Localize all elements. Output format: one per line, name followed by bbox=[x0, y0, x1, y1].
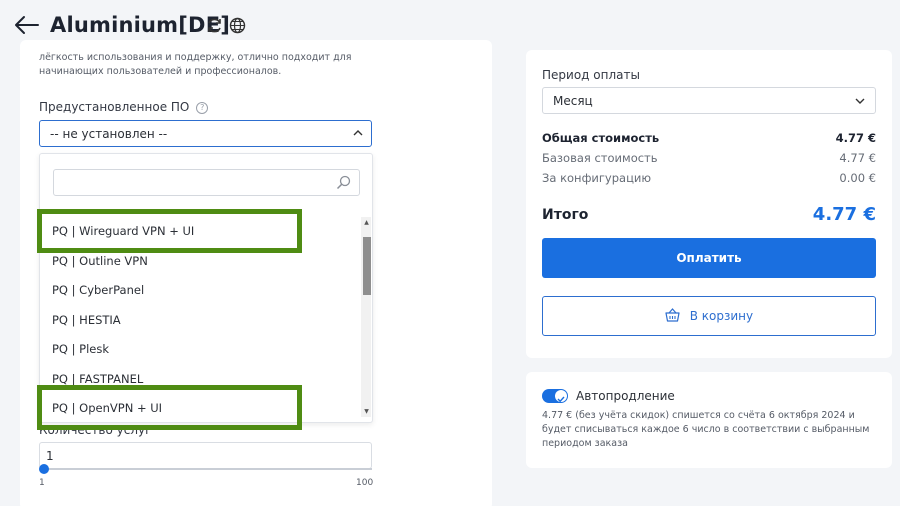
total-label: Итого bbox=[542, 207, 589, 223]
refresh-icon[interactable] bbox=[206, 17, 223, 34]
page-title: Aluminium[DE] bbox=[50, 13, 231, 37]
period-select[interactable]: Месяц bbox=[542, 87, 876, 114]
preinstalled-select[interactable]: -- не установлен -- bbox=[39, 120, 372, 147]
price-row-label: Базовая стоимость bbox=[542, 151, 658, 165]
price-row-label: Общая стоимость bbox=[542, 131, 660, 145]
price-row-base-cost: Базовая стоимость 4.77 € bbox=[542, 151, 876, 165]
highlight-box bbox=[37, 385, 302, 430]
slider-min-label: 1 bbox=[39, 478, 45, 488]
total-value: 4.77 € bbox=[812, 204, 876, 225]
dropdown-scrollbar[interactable]: ▲ ▼ bbox=[361, 217, 371, 417]
autorenew-card: Автопродление 4.77 € (без учёта скидок) … bbox=[526, 372, 892, 468]
help-icon[interactable]: ? bbox=[196, 102, 209, 114]
autorenew-toggle[interactable] bbox=[542, 389, 568, 403]
dropdown-option[interactable]: PQ | CyberPanel bbox=[40, 276, 360, 306]
scroll-down-arrow-icon[interactable]: ▼ bbox=[363, 408, 370, 415]
dropdown-option[interactable]: PQ | Plesk bbox=[40, 335, 360, 365]
autorenew-label: Автопродление bbox=[576, 389, 675, 403]
dropdown-search-input[interactable] bbox=[53, 169, 360, 196]
dropdown-option[interactable]: PQ | HESTIA bbox=[40, 306, 360, 336]
price-row-total-cost: Общая стоимость 4.77 € bbox=[542, 131, 876, 145]
order-summary-card: Период оплаты Месяц Общая стоимость 4.77… bbox=[526, 50, 892, 358]
add-to-cart-button[interactable]: В корзину bbox=[542, 296, 876, 336]
preinstalled-label-text: Предустановленное ПО bbox=[39, 100, 190, 114]
quantity-slider-track[interactable] bbox=[43, 468, 372, 470]
scrollbar-thumb[interactable] bbox=[363, 237, 371, 295]
add-to-cart-label: В корзину bbox=[689, 309, 754, 323]
preinstalled-selected-value: -- не установлен -- bbox=[50, 127, 168, 141]
basket-icon bbox=[665, 308, 680, 322]
period-label: Период оплаты bbox=[542, 68, 640, 82]
os-description: лёгкость использования и поддержку, отли… bbox=[39, 52, 352, 77]
pay-button[interactable]: Оплатить bbox=[542, 238, 876, 278]
price-row-label: За конфигурацию bbox=[542, 171, 652, 185]
quantity-slider-thumb[interactable] bbox=[39, 464, 49, 474]
check-icon bbox=[557, 396, 565, 403]
search-icon bbox=[336, 175, 351, 190]
price-row-value: 4.77 € bbox=[839, 151, 876, 165]
quantity-input[interactable]: 1 bbox=[39, 442, 372, 469]
toggle-knob bbox=[555, 390, 567, 403]
highlight-box bbox=[37, 209, 302, 253]
arrow-left-icon[interactable] bbox=[14, 14, 40, 36]
scroll-up-arrow-icon[interactable]: ▲ bbox=[363, 219, 370, 226]
period-selected-value: Месяц bbox=[553, 94, 593, 108]
autorenew-description: 4.77 € (без учёта скидок) спишется со сч… bbox=[542, 410, 870, 449]
price-row-value: 0.00 € bbox=[839, 171, 876, 185]
chevron-up-icon bbox=[353, 130, 363, 136]
price-row-config-cost: За конфигурацию 0.00 € bbox=[542, 171, 876, 185]
price-row-value: 4.77 € bbox=[835, 131, 876, 145]
globe-icon[interactable] bbox=[229, 17, 246, 34]
chevron-down-icon bbox=[855, 98, 865, 104]
slider-max-label: 100 bbox=[356, 478, 374, 488]
preinstalled-dropdown: PQ | Wireguard VPN + UI PQ | Outline VPN… bbox=[39, 153, 373, 423]
preinstalled-label: Предустановленное ПО ? bbox=[39, 100, 209, 114]
